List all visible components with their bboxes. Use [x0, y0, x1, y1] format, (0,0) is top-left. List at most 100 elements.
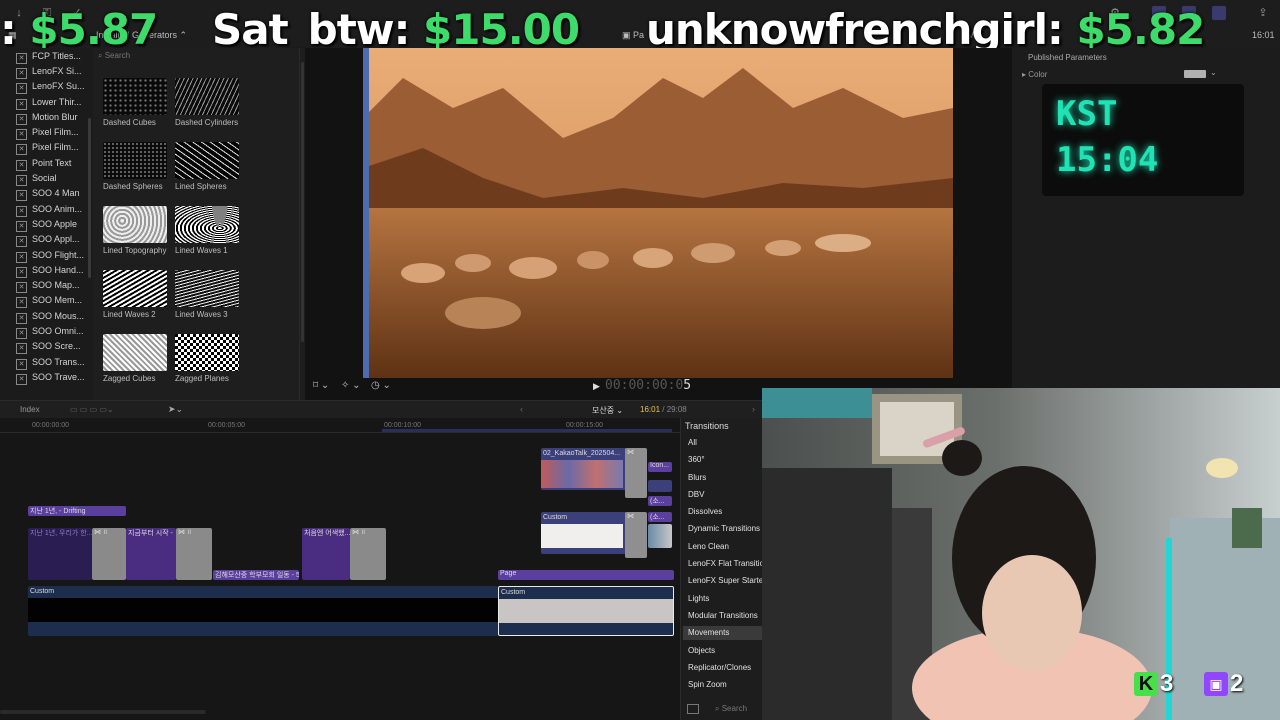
sidebar-item[interactable]: ✕ SOO Trave... — [16, 372, 85, 386]
transition-marker[interactable]: ⋈ — [625, 512, 647, 558]
crop-icon[interactable]: ⌑ ⌄ — [313, 380, 329, 391]
generator-thumbnail[interactable] — [175, 142, 239, 179]
color-swatch[interactable] — [1184, 70, 1206, 78]
transition-category[interactable]: Dissolves — [688, 507, 722, 516]
sidebar-item[interactable]: ✕ LenoFX Su... — [16, 81, 85, 95]
generator-thumbnail[interactable] — [103, 206, 167, 243]
transition-category[interactable]: Dynamic Transitions — [688, 524, 760, 533]
layout-icon[interactable] — [1212, 6, 1226, 20]
sidebar-item[interactable]: ✕ SOO Flight... — [16, 250, 84, 264]
transition-icon: ⋈ ॥ — [352, 529, 366, 536]
title-clip[interactable]: (소... — [648, 496, 672, 506]
transition-marker[interactable]: ⋈ ॥ — [92, 528, 126, 580]
generator-thumbnail[interactable] — [175, 206, 239, 243]
history-forward-icon[interactable]: › — [752, 404, 755, 414]
transition-category[interactable]: Modular Transitions — [688, 611, 758, 620]
transition-category[interactable]: DBV — [688, 490, 704, 499]
title-clip[interactable]: 지난 1년, 우리가 한... — [28, 528, 92, 580]
sidebar-item[interactable]: ✕ SOO Map... — [16, 280, 80, 294]
transition-marker[interactable]: ⋈ ॥ — [176, 528, 212, 580]
browser-scrollbar[interactable] — [301, 62, 304, 342]
color-parameter[interactable]: ▸ Color — [1022, 70, 1047, 79]
sidebar-item[interactable]: ✕ SOO Anim... — [16, 204, 82, 218]
title-clip[interactable]: (소... — [648, 512, 672, 522]
transition-category[interactable]: Spin Zoom — [688, 680, 727, 689]
generator-thumbnail[interactable] — [103, 334, 167, 371]
transition-category[interactable]: Lights — [688, 594, 709, 603]
transitions-search[interactable]: ⌕ Search — [715, 704, 747, 714]
select-tool-icon[interactable]: ➤⌄ — [168, 404, 183, 415]
index-button[interactable]: Index — [20, 405, 40, 414]
folder-icon: ✕ — [16, 175, 27, 186]
generator-name: Dashed Spheres — [103, 182, 163, 191]
audio-title-clip[interactable]: 지난 1년, - Drifting — [28, 506, 126, 516]
time-ruler[interactable]: 00:00:00:00 00:00:05:00 00:00:10:00 00:0… — [0, 418, 680, 433]
kick-viewer-count: 3 — [1160, 670, 1174, 697]
sidebar-item[interactable]: ✕ FCP Titles... — [16, 51, 81, 65]
sidebar-scrollbar[interactable] — [88, 118, 91, 278]
play-button[interactable]: ▶ — [593, 381, 600, 392]
video-clip[interactable]: 02_KakaoTalk_202504... — [541, 448, 633, 490]
transition-category[interactable]: Leno Clean — [688, 542, 729, 551]
generator-clip-selected[interactable]: Custom — [498, 586, 674, 636]
timeline[interactable]: 00:00:00:00 00:00:05:00 00:00:10:00 00:0… — [0, 418, 680, 720]
generator-thumbnail[interactable] — [103, 270, 167, 307]
video-frame[interactable] — [363, 48, 953, 378]
folder-icon: ✕ — [16, 83, 27, 94]
sidebar-item[interactable]: ✕ SOO Hand... — [16, 265, 84, 279]
sidebar-item[interactable]: ✕ Point Text — [16, 158, 71, 172]
transition-category-selected[interactable]: Movements — [688, 628, 729, 637]
title-clip[interactable]: Icon... — [648, 462, 672, 472]
sidebar-item[interactable]: ✕ SOO Scre... — [16, 341, 81, 355]
transition-category[interactable]: 360° — [688, 455, 705, 464]
sidebar-toggle-icon[interactable] — [687, 704, 699, 714]
generator-thumbnail[interactable] — [175, 270, 239, 307]
transition-category[interactable]: All — [688, 438, 697, 447]
transition-category[interactable]: Replicator/Clones — [688, 663, 751, 672]
generator-thumbnail[interactable] — [103, 142, 167, 179]
share-icon[interactable]: ⇪ — [1256, 6, 1270, 20]
generator-clip[interactable]: Custom — [28, 586, 498, 636]
transition-marker[interactable]: ⋈ ॥ — [350, 528, 386, 580]
sidebar-item[interactable]: ✕ Pixel Film... — [16, 142, 79, 156]
title-clip[interactable]: 김해모산중 학부모회 일동 - 5... — [213, 570, 299, 580]
video-clip[interactable] — [648, 480, 672, 492]
transition-category[interactable]: LenoFX Flat Transition — [688, 559, 768, 568]
transition-category[interactable]: LenoFX Super Starter — [688, 576, 766, 585]
sidebar-item[interactable]: ✕ SOO 4 Man — [16, 188, 80, 202]
sidebar-item[interactable]: ✕ SOO Mem... — [16, 295, 82, 309]
history-back-icon[interactable]: ‹ — [520, 404, 523, 414]
sidebar-item[interactable]: ✕ Social — [16, 173, 57, 187]
timecode-display[interactable]: 00:00:00:05 — [605, 378, 691, 393]
photos-tab[interactable]: ▣ Pa — [622, 30, 644, 41]
folder-icon: ✕ — [16, 190, 27, 201]
generator-thumbnail[interactable] — [175, 78, 239, 115]
timeline-scrollbar[interactable] — [0, 710, 206, 714]
sidebar-item[interactable]: ✕ SOO Omni... — [16, 326, 84, 340]
generator-thumbnail[interactable] — [175, 334, 239, 371]
title-clip[interactable]: Page — [498, 570, 674, 580]
sidebar-item[interactable]: ✕ Motion Blur — [16, 112, 78, 126]
sidebar-item[interactable]: ✕ SOO Apple — [16, 219, 77, 233]
transition-category[interactable]: Objects — [688, 646, 715, 655]
video-clip[interactable] — [648, 524, 672, 548]
speed-icon[interactable]: ◷ ⌄ — [371, 380, 391, 391]
sidebar-item[interactable]: ✕ LenoFX Si... — [16, 66, 82, 80]
sidebar-item[interactable]: ✕ SOO Appl... — [16, 234, 80, 248]
chevron-down-icon[interactable]: ⌄ — [1210, 68, 1217, 77]
sidebar-item[interactable]: ✕ Pixel Film... — [16, 127, 79, 141]
transform-icon[interactable]: ✧ ⌄ — [341, 380, 361, 391]
generator-clip[interactable]: Custom — [541, 512, 633, 554]
clip-appearance-icon[interactable]: ▭ ▭ ▭ ▭⌄ — [70, 405, 114, 414]
sidebar-item[interactable]: ✕ SOO Trans... — [16, 357, 85, 371]
sidebar-item[interactable]: ✕ Lower Thir... — [16, 97, 81, 111]
transition-marker[interactable]: ⋈ — [625, 448, 647, 498]
sidebar-item[interactable]: ✕ SOO Mous... — [16, 311, 84, 325]
title-clip[interactable]: 지금부터 시작 - — [126, 528, 176, 580]
generator-thumbnail[interactable] — [103, 78, 167, 115]
generator-name: Lined Topography — [103, 246, 167, 255]
project-name[interactable]: 모산중 ⌄ — [592, 405, 623, 416]
search-field[interactable]: ⌕ Search — [98, 51, 293, 63]
transition-category[interactable]: Blurs — [688, 473, 706, 482]
title-clip[interactable]: 처음엔 어색했... — [302, 528, 350, 580]
